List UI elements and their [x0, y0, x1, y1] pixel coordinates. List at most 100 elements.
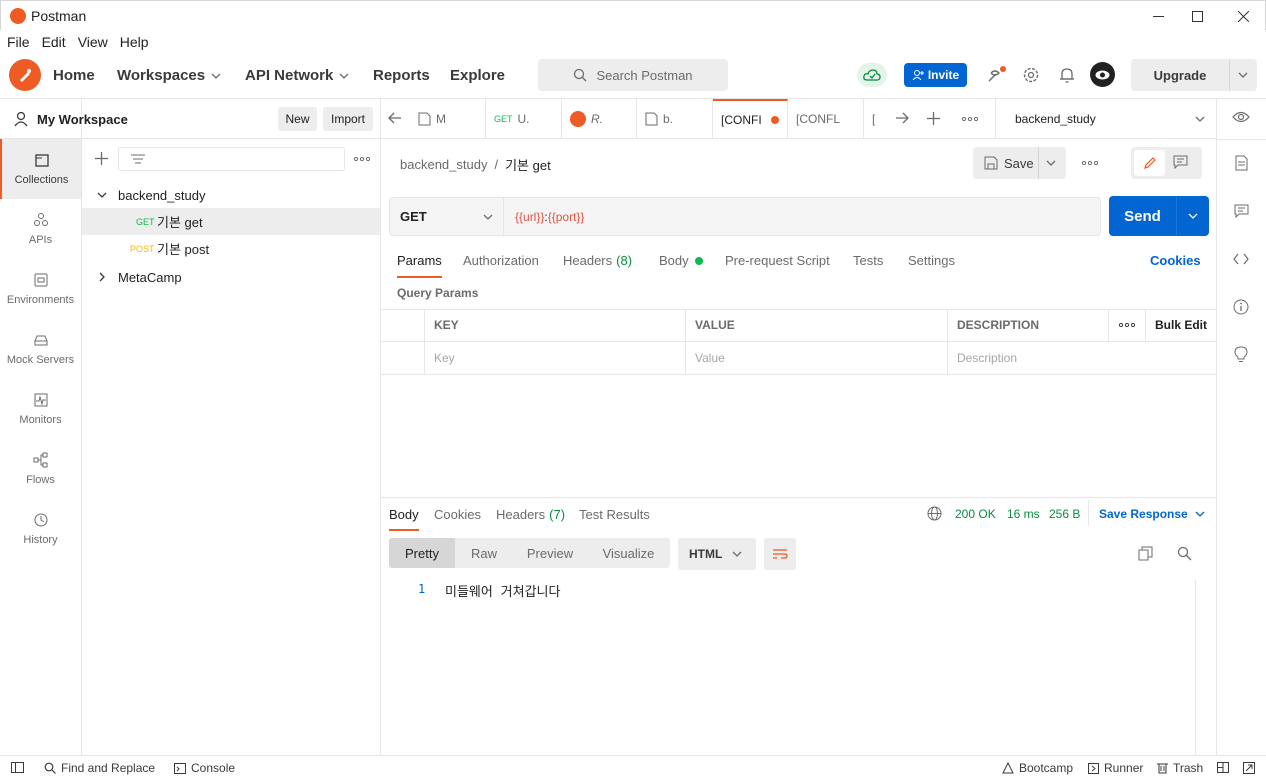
comments-icon[interactable]: [1234, 204, 1249, 218]
trash-button[interactable]: Trash: [1157, 761, 1203, 775]
url-input[interactable]: {{url}} : {{port}}: [504, 197, 1101, 236]
tab-params[interactable]: Params: [397, 253, 442, 278]
tab-body[interactable]: Body: [659, 253, 703, 268]
bulk-edit-button[interactable]: Bulk Edit: [1146, 309, 1216, 342]
postman-home-logo-icon[interactable]: [9, 59, 41, 91]
save-button[interactable]: Save: [973, 147, 1066, 179]
method-select[interactable]: GET: [389, 197, 504, 236]
avatar[interactable]: [1090, 62, 1115, 87]
collection-metacamp[interactable]: MetaCamp: [82, 263, 380, 291]
lightbulb-icon[interactable]: [1234, 346, 1248, 363]
breadcrumb-request-name[interactable]: 기본 get: [505, 155, 551, 174]
menu-edit[interactable]: Edit: [42, 34, 66, 50]
tab-headers[interactable]: Headers (8): [563, 253, 632, 268]
documentation-icon[interactable]: [1235, 155, 1248, 171]
toggle-sidebar-icon[interactable]: [11, 762, 24, 773]
close-window-button[interactable]: [1220, 1, 1266, 31]
view-raw[interactable]: Raw: [455, 538, 513, 568]
rail-monitors[interactable]: Monitors: [0, 379, 81, 439]
environment-quick-look-eye-icon[interactable]: [1232, 111, 1250, 123]
view-visualize[interactable]: Visualize: [587, 538, 670, 568]
tab-tests[interactable]: Tests: [853, 253, 883, 268]
tab-7[interactable]: [: [864, 99, 886, 139]
rail-flows[interactable]: Flows: [0, 439, 81, 499]
key-input[interactable]: Key: [425, 342, 686, 375]
nav-api-network[interactable]: API Network: [245, 67, 349, 84]
tab-pre-request-script[interactable]: Pre-request Script: [725, 253, 830, 268]
upgrade-button[interactable]: Upgrade: [1131, 59, 1257, 91]
response-tab-cookies[interactable]: Cookies: [434, 507, 481, 522]
value-input[interactable]: Value: [686, 342, 948, 375]
view-pretty[interactable]: Pretty: [389, 538, 455, 568]
response-tab-headers[interactable]: Headers (7): [496, 507, 565, 522]
rail-apis[interactable]: APIs: [0, 199, 81, 259]
response-size[interactable]: 256 B: [1049, 507, 1080, 521]
settings-gear-icon[interactable]: [1022, 66, 1040, 84]
back-arrow-icon[interactable]: [388, 112, 402, 124]
sync-status-cloud-icon[interactable]: [857, 63, 887, 87]
nav-explore[interactable]: Explore: [450, 67, 505, 84]
maximize-button[interactable]: [1174, 1, 1220, 31]
tab-6[interactable]: [CONFL: [788, 99, 864, 139]
view-preview[interactable]: Preview: [513, 538, 587, 568]
tab-4[interactable]: b.: [637, 99, 713, 139]
filter-input[interactable]: [118, 147, 345, 171]
info-icon[interactable]: [1233, 299, 1249, 315]
table-options-icon[interactable]: [1109, 309, 1146, 342]
menu-view[interactable]: View: [78, 34, 108, 50]
add-collection-icon[interactable]: [95, 152, 108, 165]
status-code[interactable]: 200 OK: [955, 507, 996, 521]
cookies-link[interactable]: Cookies: [1150, 253, 1201, 268]
two-pane-view-icon[interactable]: [1217, 762, 1229, 773]
tab-1[interactable]: M: [410, 99, 486, 139]
breadcrumb-collection[interactable]: backend_study: [400, 157, 487, 172]
response-time[interactable]: 16 ms: [1007, 507, 1040, 521]
copy-icon[interactable]: [1138, 546, 1153, 561]
notifications-bell-icon[interactable]: [1059, 66, 1075, 84]
wrap-lines-button[interactable]: [764, 538, 796, 570]
tab-options-icon[interactable]: [962, 117, 978, 121]
send-button[interactable]: Send: [1109, 196, 1209, 236]
add-tab-icon[interactable]: [927, 112, 940, 125]
forward-arrow-icon[interactable]: [895, 112, 909, 124]
new-button[interactable]: New: [278, 107, 317, 131]
find-and-replace-button[interactable]: Find and Replace: [44, 761, 155, 775]
invite-button[interactable]: Invite: [904, 63, 967, 87]
response-scrollbar[interactable]: [1195, 580, 1209, 755]
response-tab-test-results[interactable]: Test Results: [579, 507, 650, 522]
save-response-button[interactable]: Save Response: [1099, 507, 1205, 521]
rail-mock-servers[interactable]: Mock Servers: [0, 319, 81, 379]
nav-workspaces[interactable]: Workspaces: [117, 67, 221, 84]
bootcamp-button[interactable]: Bootcamp: [1002, 761, 1073, 775]
rail-history[interactable]: History: [0, 499, 81, 559]
tab-2[interactable]: GET U.: [486, 99, 562, 139]
help-icon[interactable]: [1243, 762, 1255, 774]
runner-button[interactable]: Runner: [1088, 761, 1143, 775]
nav-home[interactable]: Home: [53, 67, 95, 84]
import-button[interactable]: Import: [323, 107, 373, 131]
tab-authorization[interactable]: Authorization: [463, 253, 539, 268]
request-options-icon[interactable]: [1082, 161, 1098, 165]
console-button[interactable]: Console: [174, 761, 235, 775]
edit-pencil-icon[interactable]: [1134, 150, 1165, 176]
code-snippet-icon[interactable]: [1233, 253, 1249, 265]
search-response-icon[interactable]: [1177, 546, 1192, 561]
request-item-post[interactable]: POST 기본 post: [82, 235, 380, 262]
tab-3[interactable]: R.: [562, 99, 637, 139]
format-select[interactable]: HTML: [678, 538, 756, 570]
comment-mode-icon[interactable]: [1173, 155, 1188, 169]
pane-divider[interactable]: [381, 497, 1216, 498]
satellite-icon[interactable]: [986, 66, 1006, 84]
description-input[interactable]: Description: [948, 342, 1216, 375]
request-item-get[interactable]: GET 기본 get: [82, 208, 380, 235]
menu-file[interactable]: File: [7, 34, 30, 50]
tab-5-active[interactable]: [CONFI: [713, 99, 788, 139]
rail-collections[interactable]: Collections: [0, 139, 81, 199]
nav-reports[interactable]: Reports: [373, 67, 430, 84]
environment-select[interactable]: backend_study: [995, 99, 1216, 139]
more-options-icon[interactable]: [354, 157, 370, 161]
tab-settings[interactable]: Settings: [908, 253, 955, 268]
menu-help[interactable]: Help: [120, 34, 149, 50]
globe-icon[interactable]: [927, 506, 942, 521]
rail-environments[interactable]: Environments: [0, 259, 81, 319]
